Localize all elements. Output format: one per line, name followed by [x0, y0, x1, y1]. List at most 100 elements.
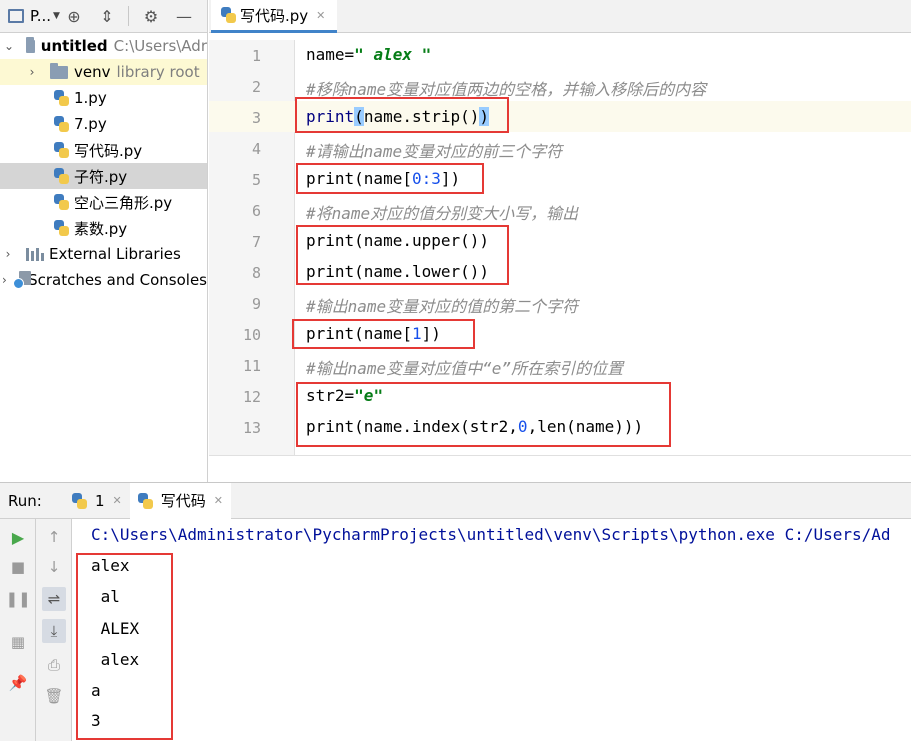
chevron-right-icon: › [5, 247, 11, 261]
chevron-down-icon: ⌄ [4, 39, 15, 53]
tree-item-untitled[interactable]: ⌄ untitled C:\Users\Adr [0, 33, 207, 59]
tree-item-file[interactable]: 子符.py [0, 163, 207, 189]
tree-item-file[interactable]: 7.py [0, 111, 207, 137]
tree-item-file[interactable]: 1.py [0, 85, 207, 111]
chevron-right-icon: › [2, 273, 7, 287]
line-number: 1 [251, 47, 261, 65]
run-icon[interactable]: ▶ [6, 525, 30, 549]
python-file-icon [54, 220, 69, 236]
line-number: 5 [251, 171, 261, 189]
project-view-label: P... [30, 7, 52, 25]
line-number: 3 [251, 109, 261, 127]
annotation-box [292, 319, 475, 349]
code-line: name=" alex " [306, 45, 431, 64]
line-number: 8 [251, 264, 261, 282]
run-header: Run: 1 ✕ 写代码 ✕ [0, 482, 911, 519]
line-number: 12 [242, 388, 261, 406]
locate-icon[interactable]: ⊕ [62, 4, 86, 28]
trash-icon[interactable]: 🗑 [42, 684, 66, 708]
scratches-icon [13, 271, 31, 289]
editor-tab-bar: 写代码.py ✕ [209, 0, 911, 33]
tree-item-label: 7.py [74, 115, 107, 133]
folder-icon [50, 62, 68, 79]
tree-item-file[interactable]: 写代码.py [0, 137, 207, 163]
python-file-icon [221, 7, 236, 23]
code-token: name= [306, 45, 355, 64]
tree-item-label: External Libraries [49, 245, 181, 263]
tree-item-scratches[interactable]: › Scratches and Consoles [0, 267, 207, 293]
print-icon[interactable]: ⎙ [42, 653, 66, 677]
python-file-icon [72, 492, 87, 509]
collapse-all-icon[interactable]: ⇕ [95, 4, 119, 28]
tree-item-venv[interactable]: › venv library root [0, 59, 207, 85]
stop-icon[interactable]: ■ [6, 555, 30, 579]
code-comment: #将name对应的值分别变大小写，输出 [306, 204, 579, 223]
tree-item-label: 空心三角形.py [74, 193, 173, 212]
python-file-icon [54, 168, 69, 184]
close-icon[interactable]: ✕ [316, 9, 325, 22]
run-tab[interactable]: 1 ✕ [64, 483, 130, 519]
line-number: 4 [251, 140, 261, 158]
arrow-up-icon[interactable]: ↑ [42, 525, 66, 549]
line-number: 7 [251, 233, 261, 251]
string-literal: " alex " [354, 45, 432, 64]
project-panel: P... ▼ ⊕ ⇕ ⚙ — ⌄ untitled C:\Users\Adr ›… [0, 0, 208, 482]
pause-icon[interactable]: ❚❚ [5, 587, 30, 611]
close-icon[interactable]: ✕ [113, 494, 122, 507]
console-toolbar: ↑ ↓ ⇌ ⤓ ⎙ 🗑 [36, 519, 72, 741]
python-file-icon [54, 142, 69, 158]
python-file-icon [54, 116, 69, 132]
editor-tab-label: 写代码.py [240, 6, 309, 25]
toolbar-divider [128, 6, 129, 26]
tree-item-label: venv [74, 63, 111, 81]
project-icon [8, 9, 24, 23]
tree-item-hint: C:\Users\Adr [113, 37, 207, 55]
soft-wrap-icon[interactable]: ⇌ [42, 587, 66, 611]
tree-item-hint: library root [116, 63, 200, 81]
chevron-right-icon: › [29, 65, 35, 79]
scroll-to-end-icon[interactable]: ⤓ [42, 619, 66, 643]
tree-item-label: 子符.py [74, 167, 128, 186]
tree-item-label: Scratches and Consoles [28, 271, 207, 289]
annotation-box [296, 225, 509, 285]
arrow-down-icon[interactable]: ↓ [42, 555, 66, 579]
project-toolbar: P... ▼ ⊕ ⇕ ⚙ — [0, 0, 207, 33]
line-number: 6 [251, 202, 261, 220]
editor-breadcrumb-bar [209, 455, 911, 482]
code-comment: #请输出name变量对应的前三个字符 [306, 142, 563, 161]
annotation-box [76, 553, 173, 740]
editor-tab[interactable]: 写代码.py ✕ [211, 0, 337, 33]
console-command: C:\Users\Administrator\PycharmProjects\u… [91, 525, 891, 544]
pin-icon[interactable]: 📌 [6, 671, 30, 695]
folder-icon [26, 36, 35, 53]
python-file-icon [137, 492, 153, 509]
tree-item-external-libraries[interactable]: › External Libraries [0, 241, 207, 267]
line-number: 2 [251, 78, 261, 96]
line-number: 13 [242, 419, 261, 437]
library-icon [26, 247, 44, 261]
python-file-icon [54, 194, 69, 210]
run-toolbar: ▶ ■ ❚❚ ▦ 📌 [0, 519, 36, 741]
code-comment: #输出name变量对应值中“e”所在索引的位置 [306, 359, 624, 378]
hide-icon[interactable]: — [172, 4, 196, 28]
annotation-box [296, 163, 484, 194]
run-tab-label: 1 [95, 491, 105, 510]
layout-icon[interactable]: ▦ [6, 630, 30, 654]
line-number: 9 [251, 295, 261, 313]
project-view-selector[interactable]: P... ▼ [0, 7, 62, 25]
code-comment: #输出name变量对应的值的第二个字符 [306, 297, 579, 316]
annotation-box [296, 382, 671, 447]
annotation-box [295, 97, 509, 133]
tree-item-file[interactable]: 素数.py [0, 215, 207, 241]
run-label: Run: [8, 491, 42, 510]
tree-item-file[interactable]: 空心三角形.py [0, 189, 207, 215]
python-file-icon [54, 90, 69, 106]
console-output[interactable]: C:\Users\Administrator\PycharmProjects\u… [73, 519, 911, 741]
run-tab-active[interactable]: 写代码 ✕ [129, 482, 231, 519]
line-number: 10 [242, 326, 261, 344]
line-number: 11 [242, 357, 261, 375]
close-icon[interactable]: ✕ [214, 494, 223, 507]
tree-item-label: 写代码.py [74, 141, 143, 160]
chevron-down-icon: ▼ [53, 11, 60, 21]
gear-icon[interactable]: ⚙ [139, 4, 163, 28]
